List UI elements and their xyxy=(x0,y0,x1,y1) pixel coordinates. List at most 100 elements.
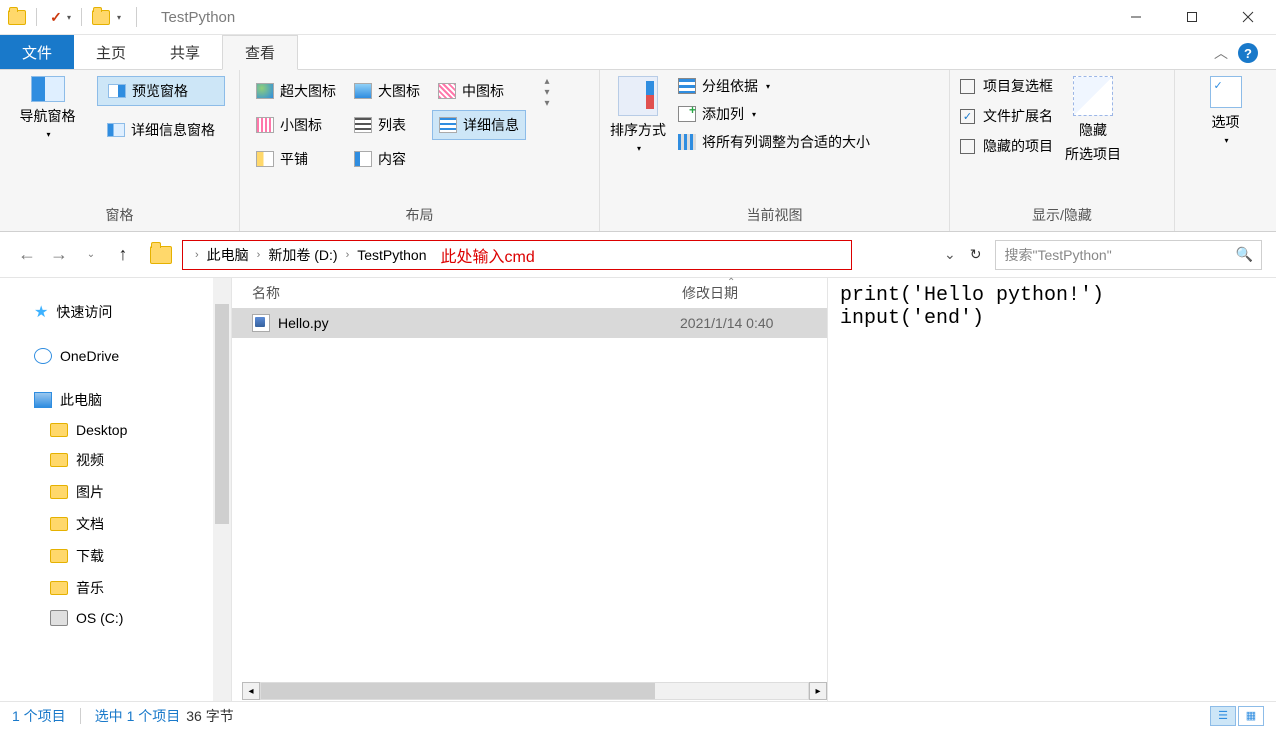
tab-share[interactable]: 共享 xyxy=(148,35,222,69)
qat-separator xyxy=(36,8,37,26)
group-label-options xyxy=(1185,203,1266,229)
tree-quick-access[interactable]: ★快速访问 xyxy=(0,296,231,328)
address-folder-icon[interactable] xyxy=(150,246,172,264)
breadcrumb-folder[interactable]: TestPython xyxy=(357,247,426,263)
folder-icon xyxy=(50,517,68,531)
hide-selected-icon xyxy=(1073,76,1113,116)
hscroll-right-button[interactable]: ▸ xyxy=(809,682,827,700)
hide-label-2: 所选项目 xyxy=(1065,144,1121,164)
breadcrumb-pc[interactable]: 此电脑 xyxy=(207,245,249,265)
address-history-dropdown-icon[interactable]: ⌄ xyxy=(944,246,956,263)
group-by-button[interactable]: 分组依据▾ xyxy=(678,76,870,96)
checkbox-unchecked-icon xyxy=(960,139,975,154)
column-header-name[interactable]: 名称 xyxy=(252,283,682,303)
tree-this-pc[interactable]: 此电脑 xyxy=(0,384,231,416)
ribbon-group-options: 选项 ▾ xyxy=(1175,70,1276,231)
checkbox-unchecked-icon xyxy=(960,79,975,94)
tab-home[interactable]: 主页 xyxy=(74,35,148,69)
breadcrumb-drive[interactable]: 新加卷 (D:) xyxy=(268,245,337,265)
tree-os-c[interactable]: OS (C:) xyxy=(0,604,231,632)
folder-icon[interactable] xyxy=(8,10,26,25)
back-button[interactable]: ← xyxy=(14,242,40,268)
details-view-button[interactable]: ☰ xyxy=(1210,706,1236,726)
lg-icons-icon xyxy=(354,83,372,99)
navigation-pane-button[interactable]: 导航窗格 ▾ xyxy=(10,76,85,139)
tree-downloads[interactable]: 下载 xyxy=(0,540,231,572)
chevron-right-icon[interactable]: › xyxy=(195,249,199,261)
star-icon: ★ xyxy=(34,302,48,322)
folder-icon xyxy=(50,485,68,499)
tree-scrollbar[interactable] xyxy=(213,278,231,701)
details-pane-icon xyxy=(107,123,125,137)
tree-desktop[interactable]: Desktop xyxy=(0,416,231,444)
up-button[interactable]: ↑ xyxy=(110,242,136,268)
close-button[interactable] xyxy=(1220,0,1276,35)
hidden-items-toggle[interactable]: 隐藏的项目 xyxy=(960,136,1053,156)
thumbnails-view-button[interactable]: ▦ xyxy=(1238,706,1264,726)
column-header-date[interactable]: 修改日期 xyxy=(682,283,822,303)
minimize-button[interactable] xyxy=(1108,0,1164,35)
options-button[interactable]: 选项 ▾ xyxy=(1210,76,1242,145)
tree-onedrive[interactable]: OneDrive xyxy=(0,342,231,370)
help-button[interactable]: ? xyxy=(1238,43,1258,63)
chevron-right-icon[interactable]: › xyxy=(257,249,261,261)
tree-documents[interactable]: 文档 xyxy=(0,508,231,540)
file-list: ⌃ 名称 修改日期 Hello.py 2021/1/14 0:40 ◂ ▸ xyxy=(232,278,827,701)
hscroll-thumb[interactable] xyxy=(261,683,655,699)
qat-customize-dropdown-icon[interactable]: ▾ xyxy=(114,13,124,22)
title-separator xyxy=(136,7,137,27)
properties-dropdown-icon[interactable]: ▾ xyxy=(67,13,71,22)
layout-content[interactable]: 内容 xyxy=(348,144,426,174)
hscroll-track[interactable] xyxy=(260,682,809,700)
qat-separator xyxy=(81,8,82,26)
chevron-right-icon[interactable]: › xyxy=(346,249,350,261)
file-extensions-toggle[interactable]: ✓文件扩展名 xyxy=(960,106,1053,126)
search-input[interactable]: 搜索"TestPython" 🔍 xyxy=(995,240,1262,270)
content-icon xyxy=(354,151,372,167)
tree-videos[interactable]: 视频 xyxy=(0,444,231,476)
ribbon-group-layout: 超大图标 大图标 中图标 小图标 列表 详细信息 平铺 内容 ▴ ▾ ▾ 布局 xyxy=(240,70,600,231)
hide-label-1: 隐藏 xyxy=(1079,120,1107,140)
sort-by-button[interactable]: 排序方式 ▾ xyxy=(610,76,666,153)
hide-selected-button[interactable]: 隐藏 所选项目 xyxy=(1065,76,1121,164)
layout-small-icons[interactable]: 小图标 xyxy=(250,110,342,140)
group-label-layout: 布局 xyxy=(250,199,589,229)
new-folder-icon[interactable] xyxy=(92,10,110,25)
layout-scroll-up-icon[interactable]: ▴ xyxy=(544,76,549,87)
item-checkboxes-toggle[interactable]: 项目复选框 xyxy=(960,76,1053,96)
checkbox-checked-icon: ✓ xyxy=(960,109,975,124)
autosize-columns-button[interactable]: 将所有列调整为合适的大小 xyxy=(678,132,870,152)
refresh-button[interactable]: ↻ xyxy=(970,246,982,263)
scrollbar-thumb[interactable] xyxy=(215,304,229,524)
properties-checkmark-icon[interactable]: ✓ xyxy=(47,8,65,26)
status-selected-count: 选中 1 个项目 xyxy=(95,706,181,726)
layout-medium-icons[interactable]: 中图标 xyxy=(432,76,526,106)
tab-view[interactable]: 查看 xyxy=(222,35,298,70)
preview-pane-button[interactable]: 预览窗格 xyxy=(97,76,225,106)
layout-extra-large-icons[interactable]: 超大图标 xyxy=(250,76,342,106)
layout-details[interactable]: 详细信息 xyxy=(432,110,526,140)
tab-file[interactable]: 文件 xyxy=(0,35,74,69)
maximize-button[interactable] xyxy=(1164,0,1220,35)
file-row[interactable]: Hello.py 2021/1/14 0:40 xyxy=(232,308,827,338)
layout-list[interactable]: 列表 xyxy=(348,110,426,140)
layout-scroll-down-icon[interactable]: ▾ xyxy=(544,87,549,98)
thumbnails-view-icon: ▦ xyxy=(1246,709,1256,722)
column-resize-indicator-icon[interactable]: ⌃ xyxy=(727,277,735,288)
tree-pictures[interactable]: 图片 xyxy=(0,476,231,508)
layout-tiles[interactable]: 平铺 xyxy=(250,144,342,174)
tree-music[interactable]: 音乐 xyxy=(0,572,231,604)
layout-large-icons[interactable]: 大图标 xyxy=(348,76,426,106)
recent-locations-dropdown-icon[interactable]: ⌄ xyxy=(78,242,104,268)
status-separator xyxy=(80,708,81,724)
collapse-ribbon-icon[interactable]: ︿ xyxy=(1214,43,1228,63)
forward-button[interactable]: → xyxy=(46,242,72,268)
add-columns-button[interactable]: 添加列▾ xyxy=(678,104,870,124)
layout-scroll-expand-icon[interactable]: ▾ xyxy=(544,98,549,109)
address-bar[interactable]: › 此电脑 › 新加卷 (D:) › TestPython 此处输入cmd xyxy=(182,240,852,270)
dropdown-icon: ▾ xyxy=(766,82,770,91)
file-date: 2021/1/14 0:40 xyxy=(680,315,773,331)
details-pane-button[interactable]: 详细信息窗格 xyxy=(97,116,225,144)
hscroll-left-button[interactable]: ◂ xyxy=(242,682,260,700)
search-icon[interactable]: 🔍 xyxy=(1236,246,1253,263)
